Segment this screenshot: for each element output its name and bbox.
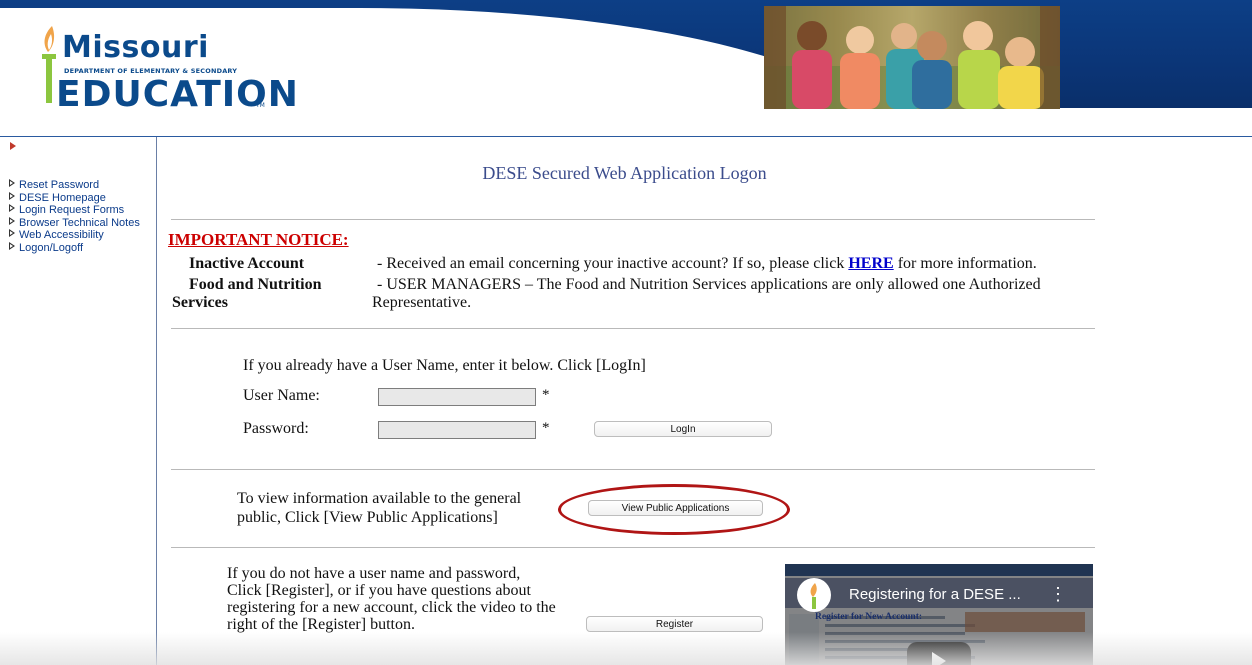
logo-trademark: TM <box>256 102 265 109</box>
page-title: DESE Secured Web Application Logon <box>482 163 767 183</box>
triangle-right-icon <box>9 216 15 225</box>
divider <box>171 328 1095 329</box>
highlight-circle <box>558 484 790 535</box>
play-button-icon[interactable] <box>907 642 971 665</box>
username-label: User Name: <box>243 387 320 404</box>
inactive-account-text-after: for more information. <box>897 255 1037 272</box>
torch-icon <box>810 583 817 609</box>
divider <box>171 219 1095 220</box>
public-text-line2: public, Click [View Public Applications] <box>237 509 498 526</box>
sidebar-item-label: Login Request Forms <box>19 204 125 216</box>
triangle-right-icon <box>9 179 15 187</box>
password-input[interactable] <box>378 421 536 439</box>
sidebar: Reset Password DESE Homepage Login Reque… <box>0 137 157 665</box>
divider <box>171 469 1095 470</box>
username-required-mark: * <box>542 387 550 403</box>
header-children-photo <box>764 6 1060 109</box>
password-label: Password: <box>243 420 309 437</box>
register-text-line2: Click [Register], or if you have questio… <box>227 582 531 599</box>
channel-avatar-icon <box>797 578 831 612</box>
sidebar-item-browser-technical-notes[interactable]: Browser Technical Notes <box>9 216 140 230</box>
inactive-account-label: Inactive Account <box>189 255 305 272</box>
sidebar-item-dese-homepage[interactable]: DESE Homepage <box>9 191 140 205</box>
sidebar-item-logon-logoff[interactable]: Logon/Logoff <box>9 241 140 255</box>
inactive-account-here-link[interactable]: HERE <box>848 255 893 272</box>
dese-logo[interactable]: Missouri DEPARTMENT OF ELEMENTARY & SECO… <box>34 22 298 115</box>
sidebar-item-label: Browser Technical Notes <box>19 216 140 229</box>
login-instruction: If you already have a User Name, enter i… <box>243 357 646 374</box>
logo-missouri-text: Missouri <box>62 30 209 65</box>
fns-label-line1: Food and Nutrition <box>189 276 322 293</box>
fns-text-line1: - USER MANAGERS – The Food and Nutrition… <box>377 276 1041 293</box>
divider <box>171 547 1095 548</box>
register-button[interactable]: Register <box>586 616 763 632</box>
sidebar-menu: Reset Password DESE Homepage Login Reque… <box>9 179 140 254</box>
register-text-line1: If you do not have a user name and passw… <box>227 565 521 582</box>
inactive-account-text: - Received an email concerning your inac… <box>377 255 1037 273</box>
registration-video-thumbnail[interactable]: Registering for a DESE ... ⋮ Register fo… <box>785 564 1093 665</box>
sidebar-item-label: Web Accessibility <box>19 229 104 241</box>
sidebar-item-web-accessibility[interactable]: Web Accessibility <box>9 229 140 242</box>
password-required-mark: * <box>542 420 550 436</box>
fns-label-line2: Services <box>172 294 228 311</box>
triangle-right-icon <box>9 191 15 200</box>
video-title: Registering for a DESE ... <box>849 586 1021 603</box>
triangle-right-icon <box>9 241 15 250</box>
triangle-right-icon <box>9 229 15 237</box>
username-input[interactable] <box>378 388 536 406</box>
sidebar-item-label: Reset Password <box>19 179 100 191</box>
triangle-right-icon <box>9 204 15 212</box>
sidebar-item-label: Logon/Logoff <box>19 241 84 254</box>
sidebar-item-login-request-forms[interactable]: Login Request Forms <box>9 204 140 217</box>
register-text-line3: registering for a new account, click the… <box>227 599 556 616</box>
public-text-line1: To view information available to the gen… <box>237 490 522 507</box>
children-photo-icon <box>764 6 1060 109</box>
video-inner-heading: Register for New Account: <box>815 612 923 622</box>
important-notice-heading: IMPORTANT NOTICE: <box>168 230 349 249</box>
more-options-icon[interactable]: ⋮ <box>1049 584 1067 605</box>
sidebar-item-reset-password[interactable]: Reset Password <box>9 179 140 192</box>
site-header: Missouri DEPARTMENT OF ELEMENTARY & SECO… <box>0 0 1252 218</box>
sidebar-marker-icon <box>10 142 16 150</box>
main-content: DESE Secured Web Application Logon IMPOR… <box>157 137 1252 665</box>
sidebar-item-label: DESE Homepage <box>19 191 106 204</box>
register-text-line4: right of the [Register] button. <box>227 616 415 633</box>
login-button[interactable]: LogIn <box>594 421 772 437</box>
fns-text-line2: Representative. <box>372 294 472 311</box>
inactive-account-text-before: - Received an email concerning your inac… <box>377 255 845 272</box>
